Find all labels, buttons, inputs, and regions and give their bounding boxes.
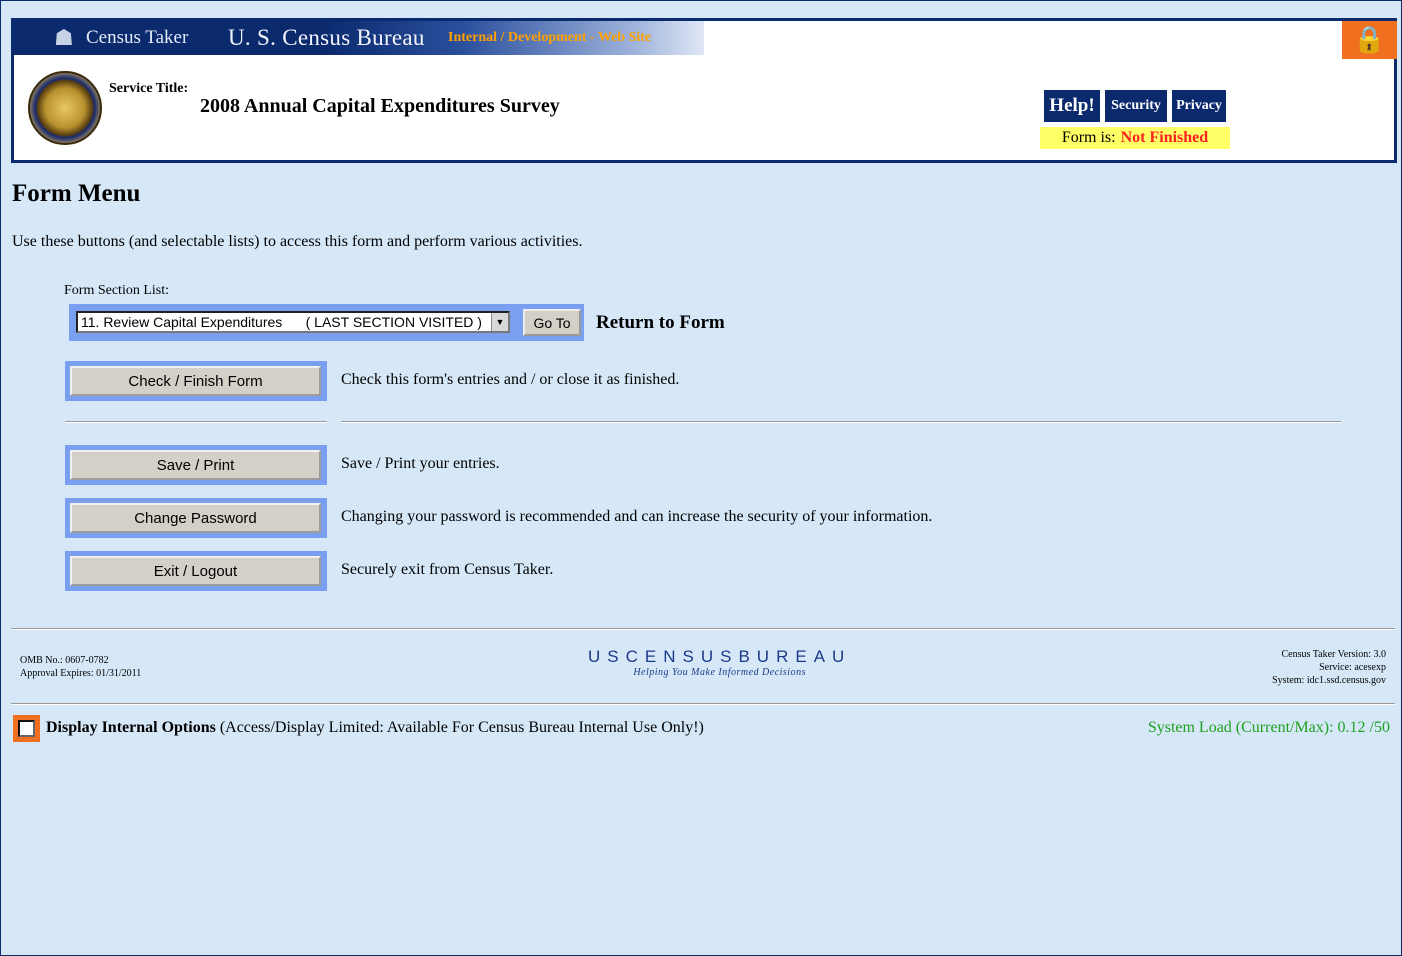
exit-logout-button[interactable]: Exit / Logout bbox=[70, 556, 321, 586]
form-section-panel: 11. Review Capital Expenditures ( LAST S… bbox=[69, 304, 584, 341]
form-section-select[interactable]: 11. Review Capital Expenditures ( LAST S… bbox=[76, 311, 510, 333]
footer-divider-bottom bbox=[11, 703, 1395, 705]
internal-options-note: (Access/Display Limited: Available For C… bbox=[219, 719, 704, 736]
change-password-wrapper: Change Password bbox=[65, 498, 327, 538]
goto-button[interactable]: Go To bbox=[523, 309, 581, 336]
system-host: System: idc1.ssd.census.gov bbox=[1272, 675, 1386, 686]
logo-text: USCENSUSBUREAU bbox=[588, 647, 852, 666]
intro-text: Use these buttons (and selectable lists)… bbox=[12, 233, 583, 250]
header: ☗ Census Taker U. S. Census Bureau Inter… bbox=[11, 18, 1397, 163]
privacy-button[interactable]: Privacy bbox=[1171, 89, 1227, 123]
version-info: Census Taker Version: 3.0 Service: acese… bbox=[1272, 648, 1386, 687]
save-print-wrapper: Save / Print bbox=[65, 445, 327, 485]
omb-info: OMB No.: 0607-0782 Approval Expires: 01/… bbox=[20, 654, 141, 680]
system-load: System Load (Current/Max): 0.12 /50 bbox=[1147, 719, 1390, 736]
omb-number: OMB No.: 0607-0782 bbox=[20, 655, 109, 666]
service-title-label: Service Title: bbox=[109, 81, 189, 96]
exit-logout-wrapper: Exit / Logout bbox=[65, 551, 327, 591]
selected-section: 11. Review Capital Expenditures ( LAST S… bbox=[81, 314, 482, 330]
app-name: Census Taker bbox=[86, 27, 189, 48]
internal-options-checkbox[interactable] bbox=[13, 715, 40, 742]
check-finish-button[interactable]: Check / Finish Form bbox=[70, 366, 321, 396]
checkbox-box[interactable] bbox=[18, 720, 35, 737]
form-status-value: Not Finished bbox=[1120, 129, 1209, 146]
exit-logout-desc: Securely exit from Census Taker. bbox=[341, 561, 554, 578]
save-print-button[interactable]: Save / Print bbox=[70, 450, 321, 480]
save-print-desc: Save / Print your entries. bbox=[341, 455, 500, 472]
census-bureau-logo[interactable]: USCENSUSBUREAU Helping You Make Informed… bbox=[588, 647, 851, 678]
security-button[interactable]: Security bbox=[1104, 89, 1168, 123]
divider-left bbox=[65, 421, 327, 423]
form-section-label: Form Section List: bbox=[64, 283, 169, 298]
divider-right bbox=[341, 421, 1341, 423]
internal-options: Display Internal Options (Access/Display… bbox=[46, 719, 704, 737]
footer-divider-top bbox=[11, 628, 1395, 630]
department-seal-icon bbox=[28, 71, 102, 145]
return-to-form-label: Return to Form bbox=[596, 312, 725, 333]
lock-icon[interactable]: 🔒 bbox=[1342, 21, 1397, 59]
form-status-label: Form is: bbox=[1061, 129, 1116, 146]
version: Census Taker Version: 3.0 bbox=[1281, 649, 1386, 660]
service-title: 2008 Annual Capital Expenditures Survey bbox=[200, 95, 560, 117]
dropdown-arrow-icon[interactable]: ▼ bbox=[491, 313, 508, 331]
site-type-label: Internal / Development - Web Site bbox=[448, 30, 652, 45]
logo-tagline: Helping You Make Informed Decisions bbox=[633, 667, 806, 678]
change-password-desc: Changing your password is recommended an… bbox=[341, 508, 933, 525]
change-password-button[interactable]: Change Password bbox=[70, 503, 321, 533]
header-buttons: Help! Security Privacy bbox=[1043, 89, 1227, 123]
page-title: Form Menu bbox=[12, 180, 141, 207]
form-status-badge: Form is: Not Finished bbox=[1040, 127, 1230, 149]
service-id: Service: acesexp bbox=[1319, 662, 1386, 673]
bureau-name: U. S. Census Bureau bbox=[228, 25, 425, 50]
check-finish-desc: Check this form's entries and / or close… bbox=[341, 371, 680, 388]
approval-expires: Approval Expires: 01/31/2011 bbox=[20, 668, 142, 679]
help-button[interactable]: Help! bbox=[1043, 89, 1101, 123]
banner: ☗ Census Taker U. S. Census Bureau Inter… bbox=[14, 21, 704, 55]
census-taker-logo-icon: ☗ bbox=[54, 25, 74, 50]
internal-options-label: Display Internal Options bbox=[46, 719, 216, 736]
check-finish-wrapper: Check / Finish Form bbox=[65, 361, 327, 401]
